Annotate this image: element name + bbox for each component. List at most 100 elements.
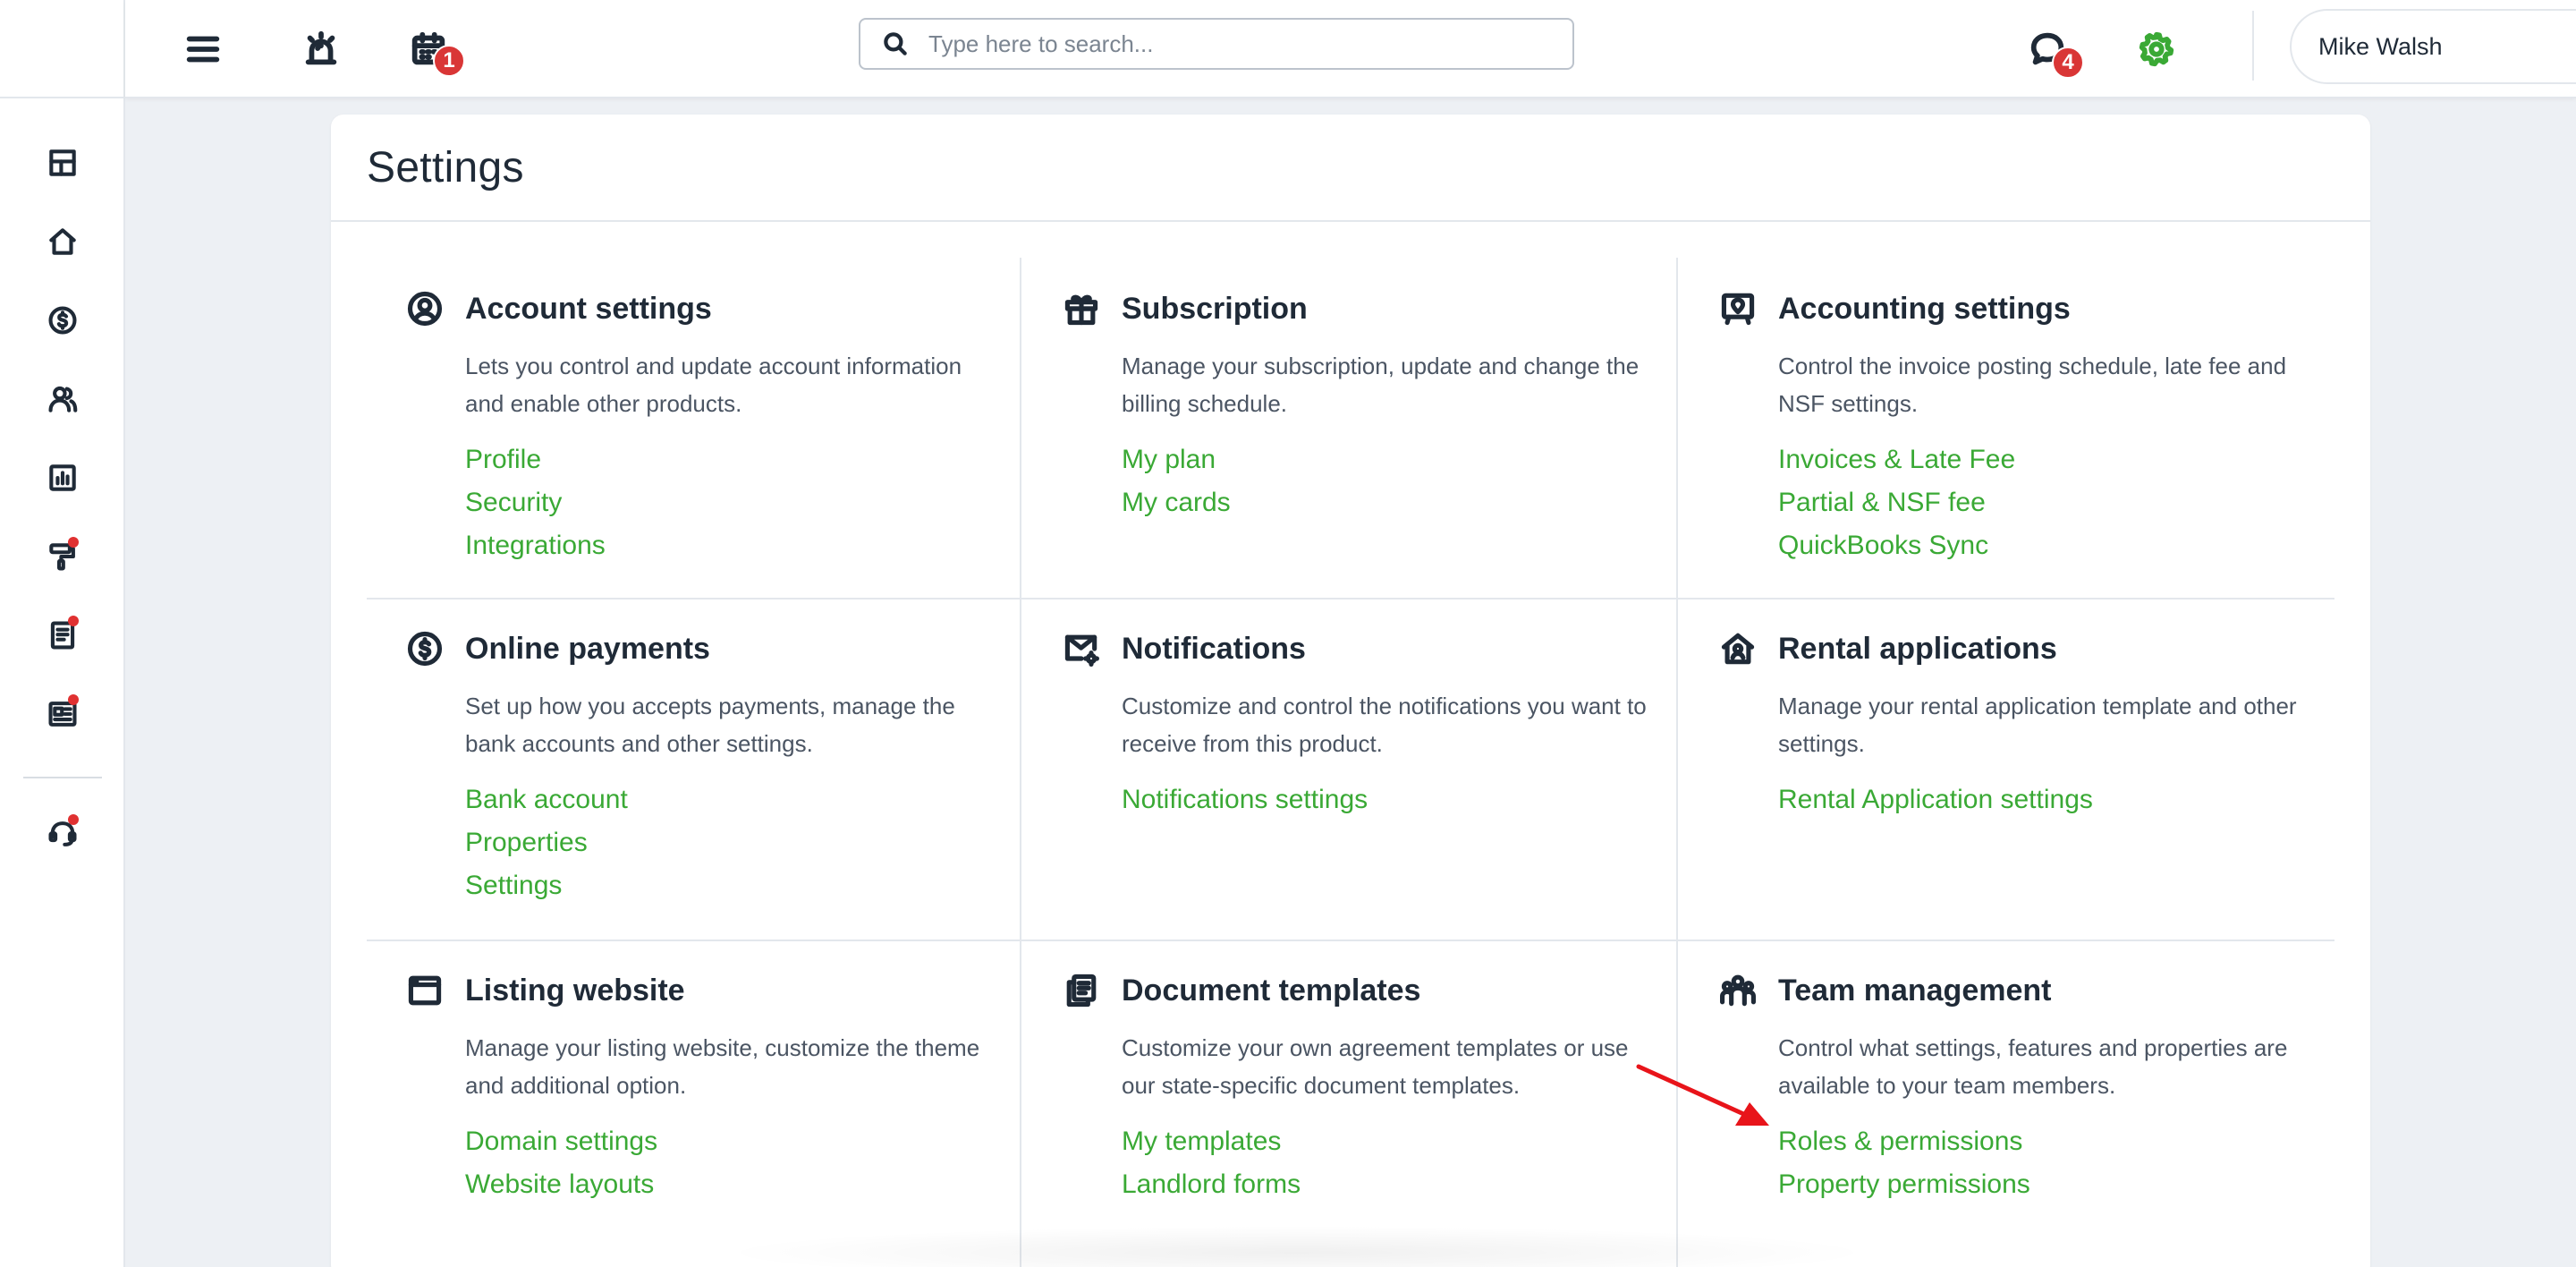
link-security[interactable]: Security [465, 481, 1013, 524]
link-my-plan[interactable]: My plan [1122, 438, 1669, 481]
link-landlord-forms[interactable]: Landlord forms [1122, 1163, 1669, 1206]
team-icon [1720, 974, 1756, 1007]
section-notifications: Notifications Customize and control the … [1061, 626, 1669, 821]
link-rental-application-settings[interactable]: Rental Application settings [1778, 778, 2326, 821]
sidebar-item-dashboard[interactable] [36, 136, 89, 190]
search-input[interactable] [928, 30, 1555, 58]
section-listing-website: Listing website Manage your listing webs… [404, 968, 1013, 1206]
settings-card: Settings Account settings Lets you contr… [331, 115, 2370, 1267]
section-rental-applications: Rental applications Manage your rental a… [1717, 626, 2326, 821]
alerts-button[interactable] [290, 18, 352, 81]
sidebar-logo-area [0, 0, 123, 98]
bottom-shadow [716, 1226, 1878, 1267]
sidebar [0, 0, 125, 1267]
section-description: Control the invoice posting schedule, la… [1778, 353, 2287, 417]
gear-icon [2139, 31, 2174, 67]
user-circle-icon [407, 291, 443, 327]
section-description: Set up how you accepts payments, manage … [465, 693, 955, 757]
section-document-templates: Document templates Customize your own ag… [1061, 968, 1669, 1206]
mail-gear-icon [1064, 634, 1099, 667]
link-partial-nsf-fee[interactable]: Partial & NSF fee [1778, 481, 2326, 524]
section-accounting-settings: Accounting settings Control the invoice … [1717, 286, 2326, 567]
link-integrations[interactable]: Integrations [465, 524, 1013, 567]
section-title: Rental applications [1778, 631, 2057, 666]
accounting-icon [1721, 293, 1755, 326]
notification-dot [68, 616, 79, 626]
section-title: Listing website [465, 973, 685, 1008]
grid-divider [367, 940, 2334, 941]
top-bar: 1 4 Mike Walsh [125, 0, 2576, 98]
link-invoices-late-fee[interactable]: Invoices & Late Fee [1778, 438, 2326, 481]
link-bank-account[interactable]: Bank account [465, 778, 1013, 821]
section-title: Document templates [1122, 973, 1421, 1008]
link-my-cards[interactable]: My cards [1122, 481, 1669, 524]
section-description: Lets you control and update account info… [465, 353, 962, 417]
section-account-settings: Account settings Lets you control and up… [404, 286, 1013, 567]
section-description: Customize and control the notifications … [1122, 693, 1647, 757]
reports-icon [49, 464, 76, 491]
page-title: Settings [367, 143, 524, 191]
topbar-divider [2252, 11, 2254, 81]
link-settings[interactable]: Settings [465, 864, 1013, 907]
section-title: Accounting settings [1778, 291, 2071, 326]
dollar-icon [48, 306, 77, 335]
calendar-count-badge: 1 [433, 45, 465, 77]
people-icon [48, 386, 78, 412]
sidebar-item-support[interactable] [36, 807, 89, 861]
section-title: Subscription [1122, 291, 1308, 326]
grid-divider [367, 598, 2334, 599]
link-domain-settings[interactable]: Domain settings [465, 1120, 1013, 1163]
calendar-button[interactable]: 1 [397, 18, 465, 81]
section-description: Control what settings, features and prop… [1778, 1034, 2288, 1099]
gift-icon [1064, 294, 1098, 326]
menu-button[interactable] [172, 18, 234, 81]
link-website-layouts[interactable]: Website layouts [465, 1163, 1013, 1206]
house-user-icon [1721, 633, 1755, 665]
section-title: Account settings [465, 291, 712, 326]
settings-button[interactable] [2125, 18, 2188, 81]
grid-divider [1020, 258, 1021, 1267]
browser-window-icon [408, 975, 442, 1006]
sidebar-divider [23, 777, 102, 778]
dollar-circle-icon [407, 631, 443, 667]
section-title: Online payments [465, 631, 710, 666]
card-header: Settings [331, 115, 2370, 222]
section-title: Team management [1778, 973, 2052, 1008]
link-properties[interactable]: Properties [465, 821, 1013, 864]
section-title: Notifications [1122, 631, 1306, 666]
sidebar-item-documents[interactable] [36, 608, 89, 662]
link-my-templates[interactable]: My templates [1122, 1120, 1669, 1163]
user-menu[interactable]: Mike Walsh [2290, 9, 2576, 84]
search-icon [884, 32, 907, 55]
section-description: Customize your own agreement templates o… [1122, 1034, 1629, 1099]
link-quickbooks-sync[interactable]: QuickBooks Sync [1778, 524, 2326, 567]
sidebar-item-reports[interactable] [36, 451, 89, 505]
user-name: Mike Walsh [2318, 32, 2443, 60]
section-online-payments: Online payments Set up how you accepts p… [404, 626, 1013, 907]
notification-dot [68, 814, 79, 825]
section-subscription: Subscription Manage your subscription, u… [1061, 286, 1669, 524]
link-profile[interactable]: Profile [465, 438, 1013, 481]
messages-count-badge: 4 [2052, 47, 2084, 79]
annotation-arrow-icon [1636, 1064, 1769, 1126]
sidebar-item-people[interactable] [36, 372, 89, 426]
link-notifications-settings[interactable]: Notifications settings [1122, 778, 1669, 821]
section-team-management: Team management Control what settings, f… [1717, 968, 2326, 1206]
sidebar-item-home[interactable] [36, 215, 89, 268]
dashboard-icon [49, 149, 76, 176]
link-property-permissions[interactable]: Property permissions [1778, 1163, 2326, 1206]
documents-icon [1066, 974, 1097, 1008]
hamburger-menu-icon [186, 36, 220, 63]
section-description: Manage your listing website, customize t… [465, 1034, 980, 1099]
sidebar-item-listings[interactable] [36, 687, 89, 741]
notification-dot [68, 694, 79, 705]
notification-dot [68, 537, 79, 548]
siren-icon [305, 30, 337, 65]
link-roles-permissions[interactable]: Roles & permissions [1778, 1120, 2326, 1163]
messages-button[interactable]: 4 [2016, 18, 2084, 81]
sidebar-item-payments[interactable] [36, 293, 89, 347]
sidebar-item-maintenance[interactable] [36, 530, 89, 583]
section-description: Manage your rental application template … [1778, 693, 2297, 757]
search-box[interactable] [859, 18, 1574, 70]
home-icon [49, 228, 76, 255]
